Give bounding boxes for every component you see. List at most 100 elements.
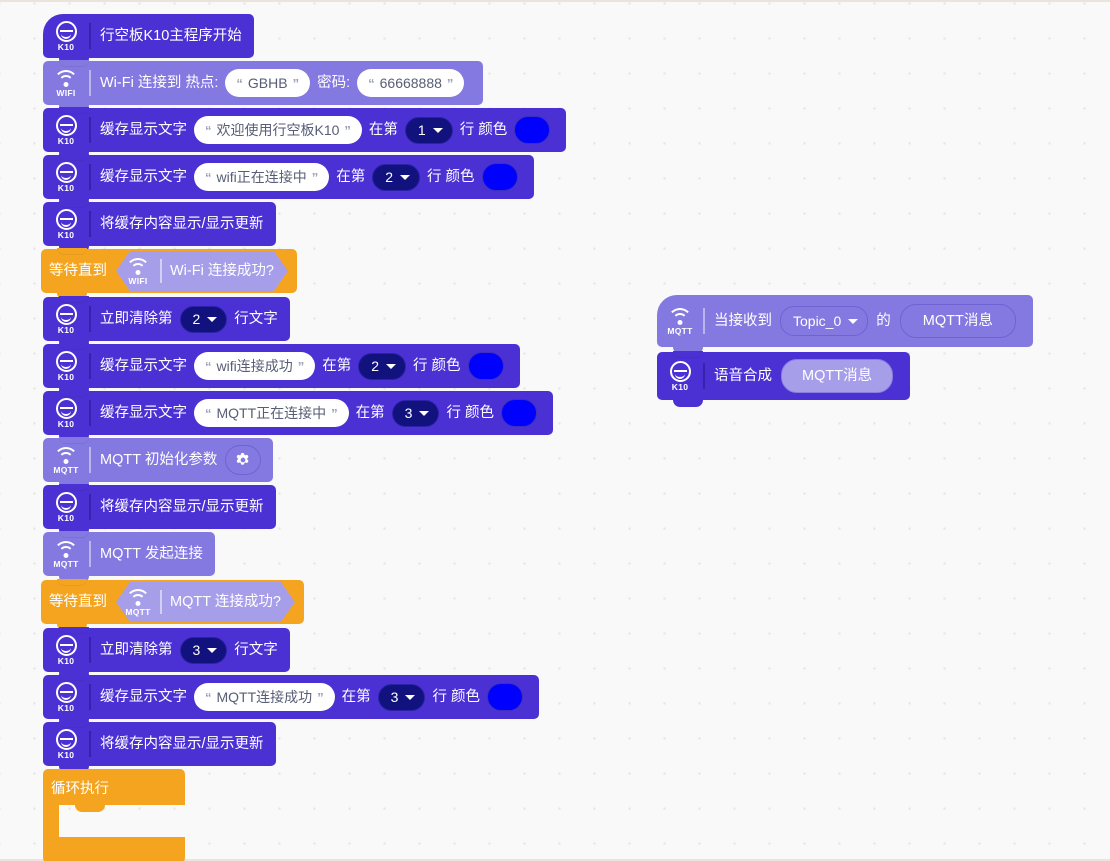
wifi-ssid-value: GBHB (247, 75, 288, 91)
block-body[interactable]: WIFI Wi-Fi 连接到 热点: “ GBHB ” 密码: “ 666688… (43, 60, 484, 112)
line-number-dropdown[interactable]: 2 (179, 305, 228, 333)
divider (89, 637, 91, 663)
divider (89, 731, 91, 757)
block-body[interactable]: K10 将缓存内容显示/显示更新 (43, 201, 276, 253)
display-text-input[interactable]: “ 欢迎使用行空板K10 ” (194, 116, 362, 144)
color-swatch[interactable] (500, 399, 537, 427)
block-clear-line-2[interactable]: K10 立即清除第 2 行文字 (43, 296, 290, 348)
block-body[interactable]: K10 行空板K10主程序开始 (43, 14, 254, 65)
divider (89, 117, 91, 143)
line-number-dropdown[interactable]: 3 (391, 399, 440, 427)
block-body[interactable]: K10 缓存显示文字 “ wifi连接成功 ” 在第 2 行 颜色 (43, 343, 520, 395)
block-body[interactable]: K10 缓存显示文字 “ wifi正在连接中 ” 在第 2 行 颜色 (43, 154, 534, 206)
block-buffer-display-text-1[interactable]: K10 缓存显示文字 “ 欢迎使用行空板K10 ” 在第 1 行 颜色 (43, 107, 567, 159)
forever-loop-mouth[interactable] (43, 805, 185, 837)
divider (89, 211, 91, 237)
block-wait-until-mqtt[interactable]: 等待直到 MQTT MQTT 连接成功? (41, 579, 304, 631)
quote-open: “ (368, 75, 375, 91)
color-swatch[interactable] (514, 116, 551, 144)
block-forever-loop[interactable]: 循环执行 (43, 769, 185, 861)
quote-close: ” (311, 169, 319, 185)
block-display-refresh-3[interactable]: K10 将缓存内容显示/显示更新 (43, 721, 276, 773)
line-number-value: 2 (192, 311, 201, 327)
mqtt-topic-value: Topic_0 (793, 313, 842, 329)
display-text-value: 欢迎使用行空板K10 (216, 122, 340, 138)
blockly-workspace[interactable]: K10 行空板K10主程序开始 WIFI Wi-Fi 连接到 热点: “ GBH… (0, 0, 1110, 861)
boolean-label: MQTT 连接成功? (170, 593, 281, 610)
block-buffer-display-text-4[interactable]: K10 缓存显示文字 “ MQTT正在连接中 ” 在第 3 行 颜色 (43, 390, 553, 442)
block-wait-until-wifi[interactable]: 等待直到 WIFI Wi-Fi 连接成功? (41, 248, 297, 300)
divider (703, 363, 705, 389)
display-text-input[interactable]: “ MQTT连接成功 ” (194, 683, 335, 711)
block-body[interactable]: K10 立即清除第 3 行文字 (43, 627, 290, 679)
forever-loop-label: 循环执行 (51, 780, 109, 797)
mqtt-message-reporter[interactable]: MQTT消息 (899, 304, 1016, 338)
block-body[interactable]: K10 立即清除第 2 行文字 (43, 296, 290, 348)
chevron-down-icon (848, 318, 859, 324)
display-text-input[interactable]: “ MQTT正在连接中 ” (194, 399, 349, 427)
divider (89, 447, 91, 473)
clear-line-prefix-label: 立即清除第 (100, 310, 173, 327)
boolean-wifi-connected[interactable]: WIFI Wi-Fi 连接成功? (116, 251, 288, 291)
k10-icon: K10 (43, 108, 89, 152)
gear-icon[interactable] (225, 445, 262, 475)
block-on-mqtt-message[interactable]: MQTT 当接收到 Topic_0 的 MQTT消息 (657, 295, 1033, 354)
block-display-refresh-1[interactable]: K10 将缓存内容显示/显示更新 (43, 201, 276, 253)
display-text-input[interactable]: “ wifi连接成功 ” (194, 352, 316, 380)
divider (89, 353, 91, 379)
block-body[interactable]: K10 缓存显示文字 “ MQTT正在连接中 ” 在第 3 行 颜色 (43, 390, 553, 442)
chevron-down-icon (207, 647, 218, 653)
quote-close: ” (446, 75, 454, 91)
block-body[interactable]: K10 缓存显示文字 “ MQTT连接成功 ” 在第 3 行 颜色 (43, 674, 539, 726)
quote-close: ” (344, 122, 351, 138)
block-clear-line-3[interactable]: K10 立即清除第 3 行文字 (43, 627, 290, 679)
line-number-dropdown[interactable]: 1 (404, 116, 453, 144)
color-label: 行 颜色 (413, 357, 461, 374)
block-body[interactable]: K10 缓存显示文字 “ 欢迎使用行空板K10 ” 在第 1 行 颜色 (43, 107, 567, 159)
line-number-dropdown[interactable]: 3 (179, 636, 228, 664)
boolean-mqtt-connected[interactable]: MQTT MQTT 连接成功? (116, 582, 295, 622)
block-body[interactable]: 等待直到 WIFI Wi-Fi 连接成功? (41, 248, 297, 300)
color-swatch[interactable] (486, 683, 523, 711)
line-number-dropdown[interactable]: 2 (358, 352, 407, 380)
mqtt-topic-dropdown[interactable]: Topic_0 (780, 306, 869, 336)
mqtt-icon: MQTT (43, 438, 89, 482)
k10-icon: K10 (657, 352, 703, 400)
k10-icon: K10 (43, 202, 89, 246)
wifi-password-input[interactable]: “ 66668888 ” (357, 69, 465, 97)
mqtt-message-argument[interactable]: MQTT消息 (781, 359, 894, 393)
block-body[interactable]: 等待直到 MQTT MQTT 连接成功? (41, 579, 304, 631)
block-mqtt-connect[interactable]: MQTT MQTT 发起连接 (43, 531, 215, 583)
block-k10-program-start[interactable]: K10 行空板K10主程序开始 (43, 14, 254, 65)
block-body[interactable]: MQTT 当接收到 Topic_0 的 MQTT消息 (657, 295, 1033, 354)
display-text-input[interactable]: “ wifi正在连接中 ” (194, 163, 330, 191)
color-swatch[interactable] (467, 352, 504, 380)
divider (89, 541, 91, 567)
block-body[interactable]: MQTT MQTT 初始化参数 (43, 437, 274, 489)
block-buffer-display-text-5[interactable]: K10 缓存显示文字 “ MQTT连接成功 ” 在第 3 行 颜色 (43, 674, 539, 726)
block-label: MQTT 发起连接 (100, 545, 203, 562)
quote-open: “ (205, 169, 212, 185)
block-display-refresh-2[interactable]: K10 将缓存内容显示/显示更新 (43, 484, 276, 536)
forever-loop-header[interactable]: 循环执行 (43, 769, 185, 805)
divider (89, 400, 91, 426)
block-body[interactable]: MQTT MQTT 发起连接 (43, 531, 215, 583)
quote-close: ” (292, 75, 300, 91)
block-tts-speak[interactable]: K10 语音合成 MQTT消息 (657, 351, 911, 407)
color-swatch[interactable] (481, 163, 518, 191)
block-buffer-display-text-3[interactable]: K10 缓存显示文字 “ wifi连接成功 ” 在第 2 行 颜色 (43, 343, 520, 395)
k10-icon: K10 (43, 722, 89, 766)
divider (160, 590, 162, 614)
wifi-ssid-input[interactable]: “ GBHB ” (225, 69, 311, 97)
block-mqtt-init-params[interactable]: MQTT MQTT 初始化参数 (43, 437, 274, 489)
block-body[interactable]: K10 将缓存内容显示/显示更新 (43, 721, 276, 773)
line-number-dropdown[interactable]: 3 (377, 683, 426, 711)
block-wifi-connect[interactable]: WIFI Wi-Fi 连接到 热点: “ GBHB ” 密码: “ 666688… (43, 60, 484, 112)
block-body[interactable]: K10 将缓存内容显示/显示更新 (43, 484, 276, 536)
block-body[interactable]: K10 语音合成 MQTT消息 (657, 351, 911, 407)
k10-icon: K10 (43, 485, 89, 529)
line-number-dropdown[interactable]: 2 (372, 163, 421, 191)
block-buffer-display-text-2[interactable]: K10 缓存显示文字 “ wifi正在连接中 ” 在第 2 行 颜色 (43, 154, 534, 206)
line-number-value: 2 (385, 169, 394, 185)
wait-until-label: 等待直到 (49, 262, 107, 279)
